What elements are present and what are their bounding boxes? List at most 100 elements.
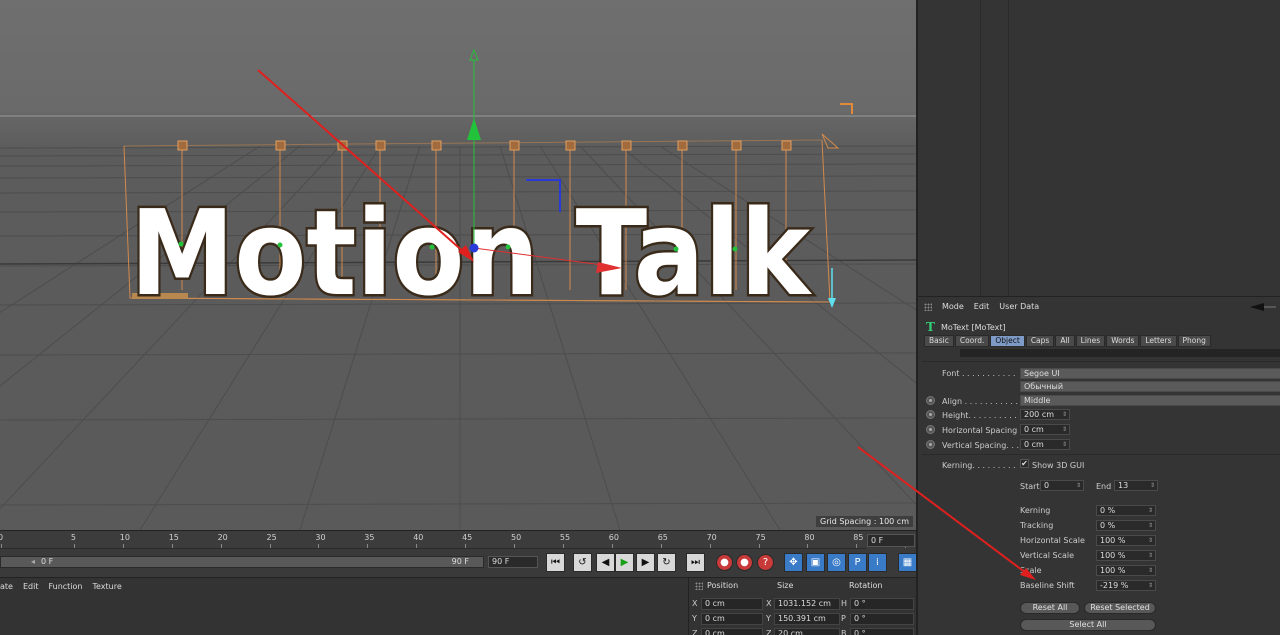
select-all-button[interactable]: Select All	[1020, 619, 1156, 631]
kern-prop-field[interactable]: -219 % ⇕	[1096, 580, 1156, 591]
rotate-button[interactable]: ◎	[827, 553, 846, 572]
kern-prop-field[interactable]: 0 % ⇕	[1096, 520, 1156, 531]
go-to-end-button[interactable]: ⏭	[686, 553, 705, 572]
height-anim-dot[interactable]	[926, 410, 935, 419]
tab-caps[interactable]: Caps	[1025, 335, 1055, 347]
timeline-tick-label: 65	[657, 533, 668, 542]
timeline-tick-label: 5	[70, 533, 76, 542]
timeline-scrubbar[interactable]: ◂ 0 F 90 F	[0, 556, 484, 568]
step-back-button[interactable]: ◀	[596, 553, 615, 572]
rotation-field[interactable]: 0 °	[850, 613, 914, 625]
material-menu-item[interactable]: Edit	[23, 582, 39, 591]
attribute-tabs: Basic Coord. Object Caps All Lines Words Letter…	[924, 335, 1211, 347]
spinner-icon[interactable]: ⇕	[1148, 536, 1153, 545]
size-field[interactable]: 20 cm	[774, 628, 840, 635]
autokey-button[interactable]: ●	[736, 554, 753, 571]
timeline-tick-label: 55	[559, 533, 571, 542]
scale-icon: ▣	[810, 557, 821, 568]
scrub-arrow-icon: ◂	[31, 557, 36, 566]
spinner-icon[interactable]: ⇕	[1148, 551, 1153, 560]
reset-selected-button[interactable]: Reset Selected	[1084, 602, 1156, 614]
autokey-icon: ●	[740, 557, 749, 568]
kern-prop-field[interactable]: 0 % ⇕	[1096, 505, 1156, 516]
end-frame-field[interactable]: 90 F	[488, 556, 538, 568]
hspacing-field[interactable]: 0 cm ⇕	[1020, 424, 1070, 435]
size-field[interactable]: 1031.152 cm	[774, 598, 840, 610]
rotation-field[interactable]: 0 °	[850, 628, 914, 635]
go-to-start-button[interactable]: ⏮	[546, 553, 565, 572]
go-to-start-icon: ⏮	[551, 557, 560, 568]
attribute-menu: Mode Edit User Data	[924, 302, 1039, 311]
tab-basic[interactable]: Basic	[924, 335, 954, 347]
material-menu-item[interactable]: ate	[0, 582, 13, 591]
timeline-tick	[220, 544, 222, 548]
grip-icon	[695, 582, 703, 590]
spinner-icon[interactable]: ⇕	[1148, 566, 1153, 575]
position-field[interactable]: 0 cm	[701, 598, 763, 610]
size-axis-label: X	[766, 599, 772, 608]
align-dropdown[interactable]: Middle	[1020, 395, 1280, 406]
align-anim-dot[interactable]	[926, 396, 935, 405]
attribute-manager: Mode Edit User Data T MoText [MoText] Ba…	[857, 296, 1280, 635]
spinner-icon[interactable]: ⇕	[1148, 506, 1153, 515]
rotation-field[interactable]: 0 °	[850, 598, 914, 610]
spinner-icon[interactable]: ⇕	[1076, 481, 1081, 490]
timeline-tick	[562, 544, 564, 548]
hspacing-anim-dot[interactable]	[926, 425, 935, 434]
position-field[interactable]: 0 cm	[701, 628, 763, 635]
tab-coord[interactable]: Coord.	[954, 335, 990, 347]
tab-words[interactable]: Words	[1106, 335, 1140, 347]
timeline-tick-label: 70	[706, 533, 717, 542]
font-dropdown[interactable]: Segoe UI	[1020, 368, 1280, 379]
menu-edit[interactable]: Edit	[974, 302, 990, 311]
prev-key-button[interactable]: ↺	[573, 553, 592, 572]
record-button[interactable]: ●	[716, 554, 733, 571]
spinner-icon[interactable]: ⇕	[1150, 481, 1155, 490]
play-button[interactable]: ▶	[615, 553, 634, 572]
menu-mode[interactable]: Mode	[942, 302, 964, 311]
step-forward-button[interactable]: ▶	[636, 553, 655, 572]
kern-prop-field[interactable]: 100 % ⇕	[1096, 550, 1156, 561]
kern-prop-value: 0 %	[1100, 506, 1116, 515]
scale-button[interactable]: ▣	[806, 553, 825, 572]
timeline-tick	[807, 544, 809, 548]
tab-letters[interactable]: Letters	[1140, 335, 1177, 347]
kern-prop-value: 100 %	[1100, 536, 1126, 545]
object-title: T MoText [MoText]	[926, 320, 1006, 334]
tab-object[interactable]: Object	[990, 335, 1025, 347]
timeline[interactable]: 051015202530354045505560657075808590 0 F…	[0, 530, 917, 577]
kern-prop-field[interactable]: 100 % ⇕	[1096, 535, 1156, 546]
height-value: 200 cm	[1024, 410, 1055, 419]
spinner-icon[interactable]: ⇕	[1148, 581, 1153, 590]
tab-phong[interactable]: Phong	[1177, 335, 1211, 347]
material-menu-item[interactable]: Texture	[93, 582, 122, 591]
timeline-ruler[interactable]: 051015202530354045505560657075808590	[0, 531, 912, 549]
end-field[interactable]: 13 ⇕	[1114, 480, 1158, 491]
menu-user-data[interactable]: User Data	[999, 302, 1039, 311]
size-field[interactable]: 150.391 cm	[774, 613, 840, 625]
motext-3d-text[interactable]: Motion Talk	[128, 182, 815, 325]
spinner-icon[interactable]: ⇕	[1062, 425, 1067, 434]
tab-all[interactable]: All	[1055, 335, 1075, 347]
reset-all-button[interactable]: Reset All	[1020, 602, 1080, 614]
height-field[interactable]: 200 cm ⇕	[1020, 409, 1070, 420]
timeline-tick-label: 0	[0, 533, 4, 542]
next-key-button[interactable]: ↻	[657, 553, 676, 572]
timeline-tick	[465, 544, 467, 548]
hspacing-label: Horizontal Spacing	[942, 426, 1018, 435]
position-field[interactable]: 0 cm	[701, 613, 763, 625]
back-arrow-icon[interactable]	[1248, 302, 1278, 312]
coord-row: X0 cm X 1031.152 cm H 0 °	[689, 598, 917, 611]
kern-prop-field[interactable]: 100 % ⇕	[1096, 565, 1156, 576]
material-menu-item[interactable]: Function	[48, 582, 82, 591]
tab-lines[interactable]: Lines	[1075, 335, 1106, 347]
timeline-tick-label: 35	[364, 533, 375, 542]
move-button[interactable]: ✥	[784, 553, 803, 572]
keyframe-selection-button[interactable]: ?	[757, 554, 774, 571]
spinner-icon[interactable]: ⇕	[1148, 521, 1153, 530]
3d-viewport[interactable]: Motion Talk Grid Spacing : 100 cm	[0, 0, 916, 530]
object-manager[interactable]	[916, 0, 1280, 296]
spinner-icon[interactable]: ⇕	[1062, 410, 1067, 419]
end-value: 13	[1118, 481, 1129, 490]
font-style-dropdown[interactable]: Обычный	[1020, 381, 1280, 392]
